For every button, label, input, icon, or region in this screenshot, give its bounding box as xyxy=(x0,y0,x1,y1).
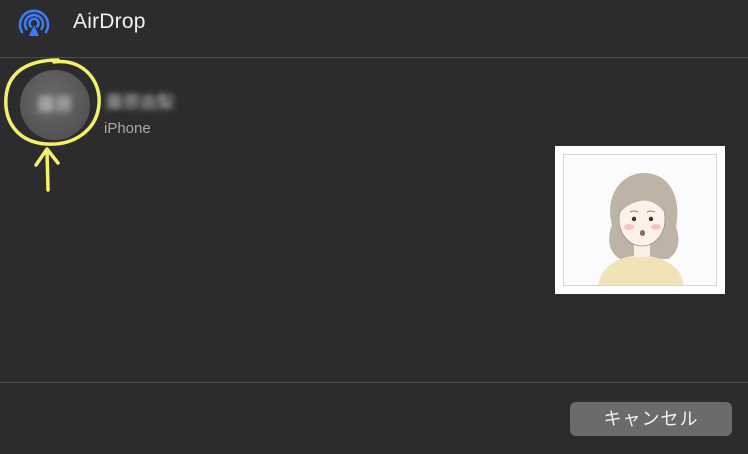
device-type: iPhone xyxy=(104,120,151,137)
portrait-illustration xyxy=(598,173,684,285)
window-title: AirDrop xyxy=(73,10,146,33)
airdrop-icon xyxy=(18,9,50,36)
arrow-up-icon xyxy=(34,147,60,192)
device-avatar[interactable]: 藤原 xyxy=(20,70,90,140)
cancel-button[interactable]: キャンセル xyxy=(570,402,732,436)
avatar-initials: 藤原 xyxy=(37,95,73,115)
title-bar: AirDrop xyxy=(0,0,748,57)
header-divider xyxy=(0,57,748,58)
thumbnail-frame xyxy=(563,154,717,286)
footer-divider xyxy=(0,382,748,383)
shared-item-thumbnail xyxy=(555,146,725,294)
airdrop-device[interactable]: 藤原 藤原由梨 iPhone xyxy=(20,70,220,150)
airdrop-window: AirDrop 藤原 藤原由梨 iPhone キャンセル xyxy=(0,0,748,454)
device-name: 藤原由梨 xyxy=(106,93,174,112)
